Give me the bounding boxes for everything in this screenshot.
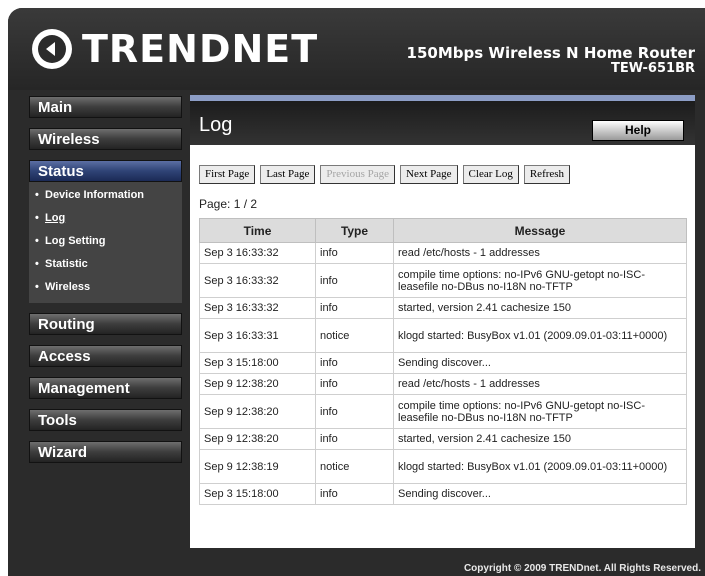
cell-time: Sep 9 12:38:20 (199, 428, 316, 450)
cell-message: klogd started: BusyBox v1.01 (2009.09.01… (393, 449, 687, 484)
cell-time: Sep 9 12:38:20 (199, 394, 316, 429)
cell-message: started, version 2.41 cachesize 150 (393, 428, 687, 450)
brand-logo: TRENDNET (30, 24, 318, 74)
table-row: Sep 3 16:33:32 info started, version 2.4… (199, 297, 687, 319)
router-admin-frame: TRENDNET 150Mbps Wireless N Home Router … (8, 8, 705, 576)
cell-time: Sep 9 12:38:20 (199, 373, 316, 395)
submenu-label: Log Setting (45, 235, 106, 247)
logo-text: TRENDNET (82, 27, 319, 71)
bullet-icon: • (35, 281, 39, 293)
cell-type: notice (315, 449, 394, 484)
table-header-row: Time Type Message (199, 218, 687, 243)
cell-message: started, version 2.41 cachesize 150 (393, 297, 687, 319)
page-title: Log (199, 114, 233, 136)
submenu-log[interactable]: • Log (29, 207, 182, 230)
first-page-button[interactable]: First Page (199, 165, 256, 184)
column-header-time: Time (199, 218, 316, 243)
table-row: Sep 9 12:38:19 notice klogd started: Bus… (199, 449, 687, 484)
cell-time: Sep 3 15:18:00 (199, 352, 316, 374)
table-row: Sep 3 16:33:32 info compile time options… (199, 263, 687, 298)
menu-status[interactable]: Status (29, 160, 182, 182)
menu-management[interactable]: Management (29, 377, 182, 399)
submenu-device-information[interactable]: • Device Information (29, 184, 182, 207)
cell-time: Sep 3 16:33:31 (199, 318, 316, 353)
submenu-label: Device Information (45, 189, 145, 201)
product-model: TEW-651BR (611, 61, 695, 76)
log-toolbar: First Page Last Page Previous Page Next … (199, 165, 571, 184)
cell-type: info (315, 263, 394, 298)
cell-time: Sep 3 16:33:32 (199, 242, 316, 264)
content-title-bar: Log Help (190, 95, 695, 145)
cell-type: info (315, 373, 394, 395)
submenu-label: Wireless (45, 281, 91, 293)
table-row: Sep 3 15:18:00 info Sending discover... (199, 483, 687, 505)
page-indicator: Page: 1 / 2 (199, 197, 258, 211)
table-row: Sep 9 12:38:20 info started, version 2.4… (199, 428, 687, 450)
previous-page-button[interactable]: Previous Page (320, 165, 396, 184)
product-name: 150Mbps Wireless N Home Router (406, 44, 695, 62)
submenu-label: Statistic (45, 258, 88, 270)
cell-message: read /etc/hosts - 1 addresses (393, 373, 687, 395)
table-row: Sep 9 12:38:20 info read /etc/hosts - 1 … (199, 373, 687, 395)
content-panel: Log Help First Page Last Page Previous P… (190, 95, 695, 548)
cell-time: Sep 3 15:18:00 (199, 483, 316, 505)
cell-type: info (315, 483, 394, 505)
last-page-button[interactable]: Last Page (260, 165, 316, 184)
table-row: Sep 3 16:33:31 notice klogd started: Bus… (199, 318, 687, 353)
clear-log-button[interactable]: Clear Log (462, 165, 519, 184)
log-table: Time Type Message Sep 3 16:33:32 info re… (199, 218, 687, 505)
cell-time: Sep 3 16:33:32 (199, 297, 316, 319)
cell-type: info (315, 428, 394, 450)
menu-routing[interactable]: Routing (29, 313, 182, 335)
cell-message: Sending discover... (393, 483, 687, 505)
status-submenu: • Device Information • Log • Log Setting • S… (29, 182, 182, 303)
cell-type: info (315, 242, 394, 264)
refresh-button[interactable]: Refresh (523, 165, 571, 184)
bullet-icon: • (35, 212, 39, 224)
footer: Copyright © 2009 TRENDnet. All Rights Re… (8, 558, 705, 576)
copyright-text: Copyright © 2009 TRENDnet. All Rights Re… (463, 563, 701, 574)
menu-main[interactable]: Main (29, 96, 182, 118)
table-row: Sep 9 12:38:20 info compile time options… (199, 394, 687, 429)
sidebar-menu: Main Wireless Status • Device Information… (29, 96, 182, 473)
cell-type: notice (315, 318, 394, 353)
next-page-button[interactable]: Next Page (400, 165, 458, 184)
cell-time: Sep 9 12:38:19 (199, 449, 316, 484)
submenu-label: Log (45, 212, 66, 224)
submenu-statistic[interactable]: • Statistic (29, 253, 182, 276)
menu-tools[interactable]: Tools (29, 409, 182, 431)
menu-access[interactable]: Access (29, 345, 182, 367)
table-row: Sep 3 16:33:32 info read /etc/hosts - 1 … (199, 242, 687, 264)
cell-message: compile time options: no-IPv6 GNU-getopt… (393, 394, 687, 429)
cell-message: compile time options: no-IPv6 GNU-getopt… (393, 263, 687, 298)
menu-wireless[interactable]: Wireless (29, 128, 182, 150)
product-info: 150Mbps Wireless N Home Router TEW-651BR (407, 45, 695, 77)
column-header-message: Message (393, 218, 687, 243)
cell-message: klogd started: BusyBox v1.01 (2009.09.01… (393, 318, 687, 353)
bullet-icon: • (35, 258, 39, 270)
cell-message: read /etc/hosts - 1 addresses (393, 242, 687, 264)
header: TRENDNET 150Mbps Wireless N Home Router … (8, 8, 705, 90)
help-button[interactable]: Help (592, 120, 684, 141)
bullet-icon: • (35, 235, 39, 247)
trendnet-logo-icon (32, 29, 72, 69)
cell-type: info (315, 394, 394, 429)
cell-time: Sep 3 16:33:32 (199, 263, 316, 298)
cell-type: info (315, 352, 394, 374)
menu-wizard[interactable]: Wizard (29, 441, 182, 463)
submenu-log-setting[interactable]: • Log Setting (29, 230, 182, 253)
cell-type: info (315, 297, 394, 319)
cell-message: Sending discover... (393, 352, 687, 374)
bullet-icon: • (35, 189, 39, 201)
column-header-type: Type (315, 218, 394, 243)
submenu-wireless[interactable]: • Wireless (29, 276, 182, 299)
table-row: Sep 3 15:18:00 info Sending discover... (199, 352, 687, 374)
